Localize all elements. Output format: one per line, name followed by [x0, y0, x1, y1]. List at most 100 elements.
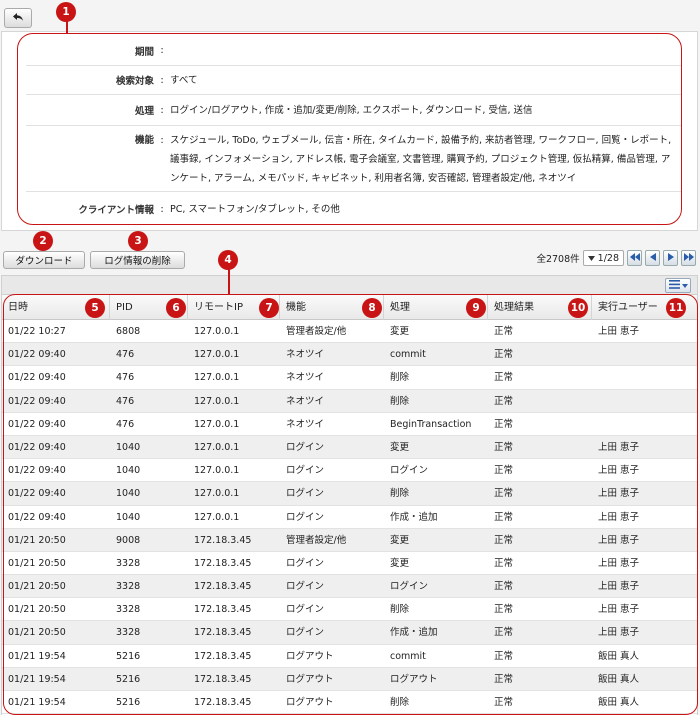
- page-select[interactable]: 1/28: [582, 250, 624, 266]
- cell-user: [592, 343, 697, 366]
- info-label: 検索対象: [115, 76, 154, 87]
- grid-body: 01/22 10:27 6808 127.0.0.1 管理者設定/他 変更 正常 上田 恵子…: [2, 320, 697, 715]
- page-value: 1/28: [597, 252, 619, 264]
- table-row[interactable]: 01/22 09:40 1040 127.0.0.1 ログイン ログイン 正常 上田 恵子: [2, 459, 697, 483]
- cell-result: 正常: [494, 465, 514, 477]
- column-menu-button[interactable]: [665, 278, 691, 293]
- cell-datetime: 01/22 09:40: [8, 418, 66, 430]
- cell-result: 正常: [494, 488, 514, 500]
- cell-remote-ip: 172.18.3.45: [194, 650, 252, 662]
- next-page-button[interactable]: [663, 250, 678, 266]
- download-button[interactable]: ダウンロード: [3, 251, 85, 269]
- cell-result: 正常: [494, 581, 514, 593]
- callout-leader-1: [66, 20, 68, 34]
- cell-datetime: 01/21 19:54: [8, 673, 66, 685]
- cell-remote-ip: 127.0.0.1: [194, 349, 240, 361]
- cell-result: 正常: [494, 557, 514, 569]
- table-row[interactable]: 01/21 19:54 5216 172.18.3.45 ログアウト ログアウト 正常 飯田…: [2, 667, 697, 691]
- table-row[interactable]: 01/22 09:40 476 127.0.0.1 ネオツイ 削除 正常: [2, 389, 697, 413]
- table-row[interactable]: 01/21 19:54 5216 172.18.3.45 ログアウト commit 正常 飯…: [2, 645, 697, 668]
- dropdown-arrow-icon: [587, 253, 595, 264]
- cell-user: 飯田 真人: [598, 673, 640, 685]
- cell-user: 飯田 真人: [598, 697, 640, 708]
- cell-function: 管理者設定/他: [286, 326, 347, 337]
- table-row[interactable]: 01/22 09:40 1040 127.0.0.1 ログイン 作成・追加 正常 上田 恵子: [2, 506, 697, 529]
- cell-user: 上田 恵子: [598, 326, 640, 337]
- table-row[interactable]: 01/21 19:54 5216 172.18.3.45 ログアウト 削除 正常 飯田 真人: [2, 691, 697, 715]
- cell-remote-ip: 127.0.0.1: [194, 511, 240, 523]
- cell-process: 削除: [390, 372, 410, 384]
- info-value: ログイン/ログアウト, 作成・追加/変更/削除, エクスポート, ダウンロード,…: [170, 104, 533, 116]
- cell-result: 正常: [494, 326, 514, 337]
- cell-datetime: 01/21 20:50: [8, 581, 66, 593]
- cell-function: ネオツイ: [286, 349, 325, 361]
- cell-process: ログアウト: [390, 673, 438, 685]
- callout-badge-7: 7: [259, 298, 279, 318]
- cell-process: 変更: [390, 534, 410, 546]
- cell-user: 上田 恵子: [598, 627, 640, 639]
- cell-user: 上田 恵子: [598, 441, 640, 453]
- first-page-icon: [629, 252, 640, 264]
- cell-process: 変更: [390, 441, 410, 453]
- callout-badge-4: 4: [218, 250, 238, 270]
- back-button[interactable]: [4, 8, 32, 28]
- cell-pid: 5216: [116, 673, 141, 685]
- table-row[interactable]: 01/22 09:40 476 127.0.0.1 ネオツイ commit 正常: [2, 343, 697, 367]
- cell-process: ログイン: [390, 581, 429, 593]
- info-value: スケジュール, ToDo, ウェブメール, 伝言・所在, タイムカード, 設備予…: [170, 135, 672, 184]
- cell-datetime: 01/22 09:40: [8, 488, 66, 500]
- cell-pid: 3328: [116, 581, 141, 593]
- cell-process: ログイン: [390, 465, 429, 477]
- cell-process: 変更: [390, 557, 410, 569]
- cell-remote-ip: 127.0.0.1: [194, 395, 240, 407]
- cell-pid: 3328: [116, 604, 141, 616]
- table-row[interactable]: 01/22 09:40 1040 127.0.0.1 ログイン 削除 正常 上田 恵子: [2, 482, 697, 506]
- callout-badge-5: 5: [85, 298, 105, 318]
- cell-pid: 1040: [116, 465, 141, 477]
- info-label: 処理: [134, 106, 154, 117]
- first-page-button[interactable]: [627, 250, 642, 266]
- cell-datetime: 01/22 09:40: [8, 441, 66, 453]
- table-row[interactable]: 01/21 20:50 9008 172.18.3.45 管理者設定/他 変更 正常 上田 …: [2, 528, 697, 552]
- table-row[interactable]: 01/22 10:27 6808 127.0.0.1 管理者設定/他 変更 正常 上田 恵子: [2, 320, 697, 344]
- callout-badge-8: 8: [362, 298, 382, 318]
- table-row[interactable]: 01/22 09:40 476 127.0.0.1 ネオツイ BeginTransact…: [2, 413, 697, 436]
- delete-log-button[interactable]: ログ情報の削除: [90, 251, 185, 269]
- cell-remote-ip: 127.0.0.1: [194, 326, 240, 337]
- cell-pid: 476: [116, 372, 135, 384]
- cell-process: 削除: [390, 488, 410, 500]
- prev-page-icon: [649, 252, 656, 264]
- table-row[interactable]: 01/21 20:50 3328 172.18.3.45 ログイン 変更 正常 上田 恵子: [2, 552, 697, 576]
- cell-process: commit: [390, 349, 426, 361]
- callout-badge-2: 2: [33, 231, 53, 251]
- cell-remote-ip: 172.18.3.45: [194, 673, 252, 685]
- prev-page-button[interactable]: [645, 250, 660, 266]
- cell-datetime: 01/22 09:40: [8, 465, 66, 477]
- cell-pid: 5216: [116, 697, 141, 708]
- cell-datetime: 01/21 19:54: [8, 650, 66, 662]
- table-row[interactable]: 01/22 09:40 1040 127.0.0.1 ログイン 変更 正常 上田 恵子: [2, 435, 697, 460]
- table-row[interactable]: 01/21 20:50 3328 172.18.3.45 ログイン ログイン 正常 上田 恵…: [2, 575, 697, 599]
- table-row[interactable]: 01/21 20:50 3328 172.18.3.45 ログイン 削除 正常 上田 恵子: [2, 598, 697, 622]
- cell-datetime: 01/22 10:27: [8, 326, 66, 337]
- cell-result: 正常: [494, 650, 514, 662]
- grid-header: 日時 PID リモートIP 機能 処理 処理結果 実行ユーザー: [2, 295, 697, 320]
- table-row[interactable]: 01/21 20:50 3328 172.18.3.45 ログイン 作成・追加 正常 上田 …: [2, 621, 697, 645]
- cell-remote-ip: 127.0.0.1: [194, 465, 240, 477]
- cell-datetime: 01/22 09:40: [8, 395, 66, 407]
- table-row[interactable]: 01/22 09:40 476 127.0.0.1 ネオツイ 削除 正常: [2, 366, 697, 390]
- cell-function: ログアウト: [286, 697, 334, 708]
- last-page-button[interactable]: [681, 250, 696, 266]
- cell-pid: 1040: [116, 441, 141, 453]
- info-colon: :: [160, 135, 164, 146]
- cell-function: ログイン: [286, 581, 325, 593]
- cell-remote-ip: 172.18.3.45: [194, 697, 252, 708]
- cell-function: ログイン: [286, 465, 325, 477]
- cell-result: 正常: [494, 418, 514, 430]
- callout-badge-10: 10: [568, 298, 588, 318]
- info-colon: :: [160, 45, 164, 56]
- info-row-function: 機能 : スケジュール, ToDo, ウェブメール, 伝言・所在, タイムカード…: [26, 126, 682, 192]
- cell-function: ネオツイ: [286, 395, 325, 407]
- cell-pid: 3328: [116, 557, 141, 569]
- callout-badge-9: 9: [466, 298, 486, 318]
